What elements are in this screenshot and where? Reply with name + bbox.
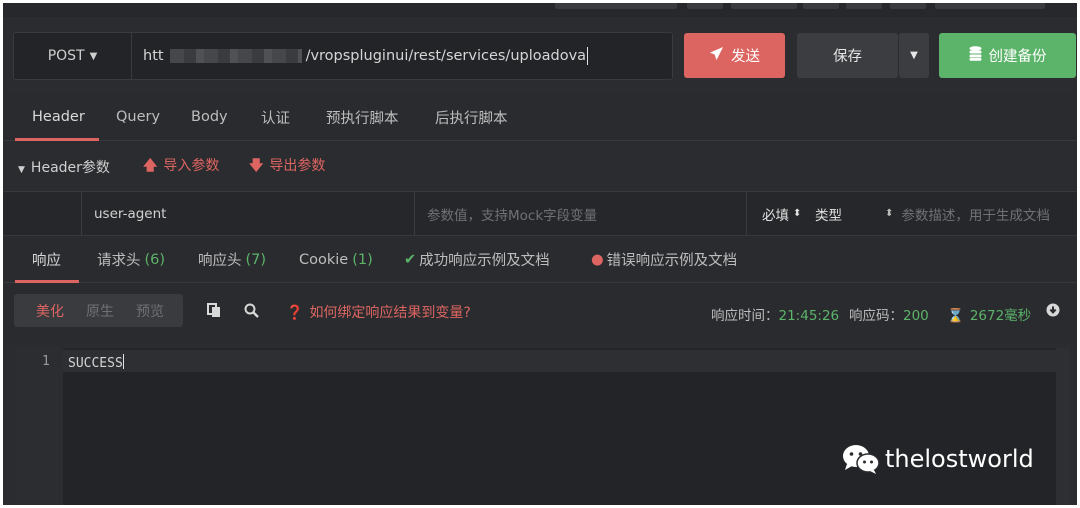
- response-code: 响应码：200: [849, 308, 929, 324]
- caret-down-icon: ▼: [18, 165, 25, 175]
- param-row: user-agent 参数值，支持Mock字段变量 必填 ⬍ 类型 ⬍ 参数描述，用…: [3, 191, 1077, 236]
- export-params-link[interactable]: 🡇 导出参数: [249, 155, 325, 179]
- backup-label: 创建备份: [988, 49, 1047, 65]
- tab-query[interactable]: Query: [116, 93, 160, 141]
- send-button[interactable]: 发送: [684, 33, 785, 78]
- save-dropdown-button[interactable]: ▼: [899, 33, 929, 78]
- param-key-input[interactable]: user-agent: [94, 192, 166, 235]
- caret-down-icon: ▼: [89, 50, 98, 62]
- text-cursor: [587, 47, 589, 65]
- api-client-window: POST ▼ htt /vropspluginui/rest/services/…: [3, 3, 1077, 505]
- hourglass-icon: ⌛: [947, 308, 964, 324]
- mode-preview[interactable]: 预览: [136, 301, 164, 321]
- tab-post-script[interactable]: 后执行脚本: [435, 93, 508, 141]
- search-icon[interactable]: [244, 303, 259, 322]
- mode-beautify[interactable]: 美化: [36, 301, 64, 321]
- param-desc-input[interactable]: ⬍ 参数描述，用于生成文档: [885, 192, 1050, 235]
- arrow-down-icon: 🡇: [249, 158, 264, 174]
- caret-down-icon: ▼: [910, 50, 918, 61]
- editor-scrollbar[interactable]: [1056, 348, 1070, 505]
- required-sort[interactable]: 必填 ⬍: [762, 192, 801, 235]
- tab-auth[interactable]: 认证: [261, 93, 290, 141]
- tab-success-examples[interactable]: ✔ 成功响应示例及文档: [404, 236, 550, 283]
- tab-pre-script[interactable]: 预执行脚本: [326, 93, 399, 141]
- response-duration: ⌛ 2672毫秒: [947, 308, 1032, 324]
- tab-header[interactable]: Header: [32, 93, 85, 141]
- url-input[interactable]: htt /vropspluginui/rest/services/uploado…: [143, 33, 589, 79]
- check-circle-icon: ✔: [404, 251, 417, 268]
- active-tab-indicator: [15, 138, 99, 141]
- response-tabs: 响应 请求头 (6) 响应头 (7) Cookie (1) ✔ 成功响应示例及文档 ● 错…: [3, 236, 1077, 283]
- line-number: 1: [42, 354, 50, 369]
- wechat-icon: [841, 443, 881, 475]
- method-label: POST: [47, 48, 85, 64]
- tab-response-headers[interactable]: 响应头 (7): [198, 236, 266, 283]
- tab-error-examples[interactable]: ● 错误响应示例及文档: [591, 236, 737, 283]
- param-value-input[interactable]: 参数值，支持Mock字段变量: [427, 192, 597, 235]
- tab-response[interactable]: 响应: [32, 236, 61, 283]
- arrow-up-icon: 🡅: [143, 158, 158, 174]
- tab-body[interactable]: Body: [191, 93, 228, 141]
- import-params-link[interactable]: 🡅 导入参数: [143, 155, 219, 179]
- method-select[interactable]: POST ▼: [14, 33, 132, 79]
- watermark: thelostworld: [841, 443, 1034, 475]
- mode-raw[interactable]: 原生: [86, 301, 114, 321]
- copy-icon[interactable]: [207, 303, 221, 322]
- response-time: 响应时间：21:45:26: [711, 308, 840, 324]
- exclamation-circle-icon: ●: [591, 251, 604, 268]
- url-prefix: htt: [143, 48, 164, 64]
- request-tabs: Header Query Body 认证 预执行脚本 后执行脚本: [3, 93, 1077, 141]
- bind-result-help-link[interactable]: ❓ 如何绑定响应结果到变量?: [286, 302, 471, 322]
- save-label: 保存: [833, 49, 862, 65]
- active-tab-indicator: [15, 280, 79, 283]
- watermark-text: thelostworld: [885, 445, 1034, 473]
- sort-icon: ⬍: [885, 208, 894, 219]
- question-circle-icon: ❓: [286, 305, 304, 321]
- create-backup-button[interactable]: 创建备份: [939, 33, 1076, 78]
- tab-cookie[interactable]: Cookie (1): [299, 236, 373, 283]
- text-cursor: [122, 354, 124, 369]
- paper-plane-icon: [709, 46, 724, 65]
- sort-icon: ⬍: [793, 208, 802, 219]
- tab-request-headers[interactable]: 请求头 (6): [97, 236, 165, 283]
- param-type-label[interactable]: 类型: [815, 192, 842, 235]
- url-path: /vropspluginui/rest/services/uploadova: [305, 48, 587, 64]
- response-editor[interactable]: 1 SUCCESS: [16, 348, 1056, 505]
- save-button[interactable]: 保存: [797, 33, 898, 78]
- header-params-toggle[interactable]: ▼ Header参数: [18, 157, 110, 177]
- url-redacted: [169, 49, 302, 63]
- response-body: SUCCESS: [68, 354, 124, 371]
- database-icon: [969, 46, 982, 65]
- active-line-highlight: [63, 350, 1056, 372]
- line-gutter: 1: [16, 348, 63, 505]
- response-toolbar: 美化 原生 预览 ❓ 如何绑定响应结果到变量? 响应时间：21:45:26 响应码…: [3, 284, 1077, 342]
- view-mode-switch: 美化 原生 预览: [14, 294, 183, 327]
- top-toolbar-strip: [3, 3, 1077, 17]
- request-bar: POST ▼ htt /vropspluginui/rest/services/…: [13, 32, 673, 80]
- send-label: 发送: [731, 49, 760, 65]
- header-params-bar: ▼ Header参数 🡅 导入参数 🡇 导出参数: [3, 143, 1077, 191]
- download-icon[interactable]: [1046, 303, 1060, 321]
